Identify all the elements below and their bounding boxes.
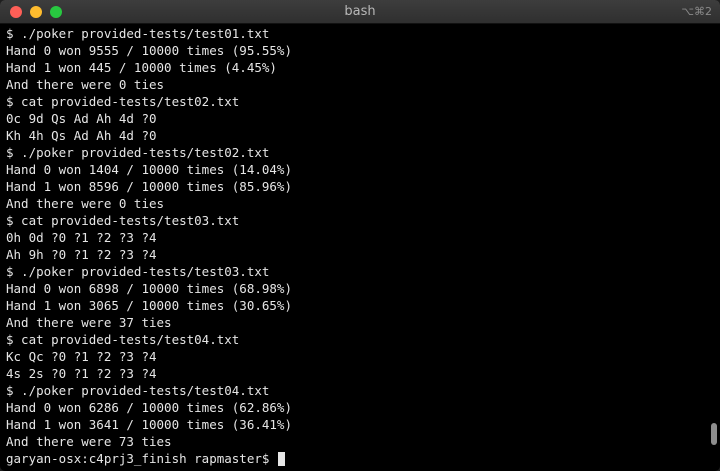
terminal-line: 0h 0d ?0 ?1 ?2 ?3 ?4 <box>6 230 157 245</box>
terminal-line: Hand 1 won 445 / 10000 times (4.45%) <box>6 60 277 75</box>
terminal-line: $ ./poker provided-tests/test04.txt <box>6 383 270 398</box>
terminal-line: Ah 9h ?0 ?1 ?2 ?3 ?4 <box>6 247 157 262</box>
title-bar[interactable]: bash ⌥⌘2 <box>0 0 720 24</box>
text-cursor <box>277 452 285 466</box>
vertical-scrollbar[interactable] <box>709 26 717 466</box>
terminal-line: $ ./poker provided-tests/test01.txt <box>6 26 270 41</box>
terminal-line: Kc Qc ?0 ?1 ?2 ?3 ?4 <box>6 349 157 364</box>
terminal-line: Hand 0 won 1404 / 10000 times (14.04%) <box>6 162 292 177</box>
terminal-line: 4s 2s ?0 ?1 ?2 ?3 ?4 <box>6 366 157 381</box>
terminal-output[interactable]: $ ./poker provided-tests/test01.txt Hand… <box>6 25 706 471</box>
terminal-line: $ ./poker provided-tests/test02.txt <box>6 145 270 160</box>
terminal-line: Hand 1 won 3641 / 10000 times (36.41%) <box>6 417 292 432</box>
terminal-line: Hand 1 won 8596 / 10000 times (85.96%) <box>6 179 292 194</box>
terminal-line: $ cat provided-tests/test04.txt <box>6 332 240 347</box>
terminal-line: Kh 4h Qs Ad Ah 4d ?0 <box>6 128 157 143</box>
scrollbar-thumb[interactable] <box>711 423 717 446</box>
terminal-line: And there were 0 ties <box>6 196 165 211</box>
terminal-line: $ cat provided-tests/test03.txt <box>6 213 240 228</box>
terminal-line: And there were 0 ties <box>6 77 165 92</box>
window-shortcut: ⌥⌘2 <box>681 5 712 18</box>
terminal-line: Hand 0 won 6286 / 10000 times (62.86%) <box>6 400 292 415</box>
terminal-line: And there were 73 ties <box>6 434 172 449</box>
terminal-line: $ ./poker provided-tests/test03.txt <box>6 264 270 279</box>
terminal-line: And there were 37 ties <box>6 315 172 330</box>
terminal-line: 0c 9d Qs Ad Ah 4d ?0 <box>6 111 157 126</box>
terminal-window: bash ⌥⌘2 $ ./poker provided-tests/test01… <box>0 0 720 471</box>
terminal-line: Hand 1 won 3065 / 10000 times (30.65%) <box>6 298 292 313</box>
window-title: bash <box>344 4 376 19</box>
shell-prompt: garyan-osx:c4prj3_finish rapmaster$ <box>6 451 277 466</box>
prompt-line[interactable]: garyan-osx:c4prj3_finish rapmaster$ <box>6 450 706 467</box>
terminal-line: Hand 0 won 6898 / 10000 times (68.98%) <box>6 281 292 296</box>
terminal-line: Hand 0 won 9555 / 10000 times (95.55%) <box>6 43 292 58</box>
terminal-line: $ cat provided-tests/test02.txt <box>6 94 240 109</box>
